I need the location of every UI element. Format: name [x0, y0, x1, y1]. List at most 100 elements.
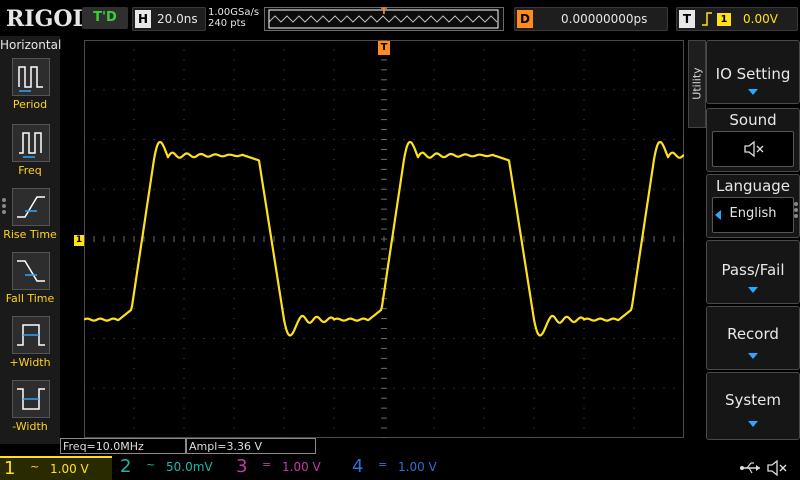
grid-dot: [213, 139, 215, 140]
trigger-box[interactable]: T 1 0.00V: [676, 7, 798, 31]
grid-dot: [523, 188, 525, 190]
grid-dot: [523, 338, 525, 339]
run-status-badge[interactable]: T'D: [82, 7, 128, 29]
grid-dot: [503, 188, 505, 190]
grid-dot: [173, 89, 175, 91]
grid-dot: [583, 328, 585, 330]
system-button[interactable]: System: [706, 372, 800, 440]
grid-dot: [233, 99, 235, 101]
grid-dot: [133, 158, 135, 160]
sound-button[interactable]: Sound: [706, 108, 800, 172]
grid-dot: [223, 387, 225, 389]
grid-dot: [393, 288, 395, 290]
grid-dot: [133, 218, 135, 220]
grid-dot: [483, 148, 485, 150]
measure-rise-time-button[interactable]: Rise Time: [0, 188, 60, 250]
grid-dot: [563, 288, 565, 290]
grid-dot: [283, 208, 285, 210]
grid-dot: [483, 49, 485, 51]
grid-dot: [133, 357, 135, 359]
grid-dot: [583, 109, 585, 111]
grid-dot: [483, 79, 485, 81]
channel-4-tab[interactable]: 4 = 1.00 V: [348, 456, 460, 480]
memory-overview-strip[interactable]: T: [264, 7, 504, 31]
grid-dot: [203, 89, 205, 91]
grid-dot: [233, 308, 235, 310]
grid-dot: [243, 139, 245, 140]
language-button[interactable]: Language English: [706, 174, 800, 238]
grid-dot: [243, 387, 245, 389]
grid-dot: [133, 387, 135, 389]
utility-tab[interactable]: Utility: [688, 40, 706, 128]
grid-dot: [283, 298, 285, 300]
grid-dot: [203, 139, 205, 140]
grid-dot: [673, 188, 675, 190]
grid-dot: [283, 288, 285, 290]
grid-dot: [233, 258, 235, 260]
grid-dot: [153, 387, 155, 389]
delay-box[interactable]: D 0.00000000ps: [514, 7, 668, 31]
grid-dot: [643, 338, 645, 339]
channel-4-scale: 1.00 V: [398, 460, 437, 474]
grid-dot: [233, 89, 235, 91]
grid-dot: [283, 109, 285, 111]
grid-dot: [533, 89, 535, 91]
grid-dot: [333, 248, 335, 250]
grid-dot: [233, 328, 235, 330]
grid-dot: [333, 158, 335, 160]
measure-negative-width-button[interactable]: -Width: [0, 380, 60, 442]
channel-3-tab[interactable]: 3 = 1.00 V: [232, 456, 344, 480]
grid-dot: [603, 139, 605, 140]
frequency-icon: [12, 124, 50, 162]
grid-dot: [273, 89, 275, 91]
grid-dot: [583, 377, 585, 379]
measure-positive-width-button[interactable]: +Width: [0, 316, 60, 378]
waveform-display[interactable]: [83, 39, 685, 439]
pass-fail-button[interactable]: Pass/Fail: [706, 240, 800, 304]
grid-dot: [133, 69, 135, 71]
grid-dot: [453, 387, 455, 389]
channel-3-number: 3: [236, 456, 248, 477]
grid-dot: [483, 39, 485, 41]
grid-dot: [153, 139, 155, 140]
grid-dot: [483, 268, 485, 270]
top-status-bar: RIGOL T'D H 20.0ns 1.00GSa/s 240 pts T D…: [0, 0, 800, 36]
grid-dot: [463, 338, 465, 339]
grid-dot: [273, 139, 275, 140]
right-pager-dots[interactable]: [794, 200, 800, 230]
channel-2-tab[interactable]: 2 ~ 50.0mV: [116, 456, 228, 480]
grid-dot: [233, 367, 235, 369]
trigger-source-chip: 1: [717, 13, 731, 26]
measure-period-button[interactable]: Period: [0, 58, 60, 120]
grid-dot: [173, 188, 175, 190]
grid-dot: [583, 357, 585, 359]
grid-dot: [453, 188, 455, 190]
channel-2-number: 2: [120, 456, 132, 477]
grid-dot: [633, 308, 635, 310]
grid-dot: [333, 417, 335, 419]
trigger-position-marker[interactable]: T: [378, 41, 390, 55]
grid-dot: [233, 129, 235, 131]
record-button[interactable]: Record: [706, 306, 800, 370]
grid-dot: [333, 298, 335, 300]
grid-dot: [233, 69, 235, 71]
grid-dot: [473, 89, 475, 91]
grid-dot: [453, 338, 455, 339]
grid-dot: [653, 139, 655, 140]
grid-dot: [463, 89, 465, 91]
channel-1-tab[interactable]: 1 ~ 1.00 V: [0, 456, 112, 480]
measure-menu-title: Horizontal: [0, 38, 62, 52]
measure-fall-time-button[interactable]: Fall Time: [0, 252, 60, 314]
grid-dot: [233, 357, 235, 359]
ch1-ground-marker[interactable]: 1: [74, 235, 84, 246]
left-pager-dots[interactable]: [2, 196, 8, 226]
grid-dot: [673, 89, 675, 91]
io-setting-button[interactable]: IO Setting: [706, 40, 800, 104]
measure-frequency-button[interactable]: Freq: [0, 124, 60, 186]
grid-dot: [233, 198, 235, 200]
timebase-box[interactable]: H 20.0ns: [132, 7, 206, 31]
grid-dot: [183, 158, 185, 160]
grid-dot: [343, 89, 345, 91]
grid-dot: [283, 39, 285, 41]
grid-dot: [183, 129, 185, 131]
